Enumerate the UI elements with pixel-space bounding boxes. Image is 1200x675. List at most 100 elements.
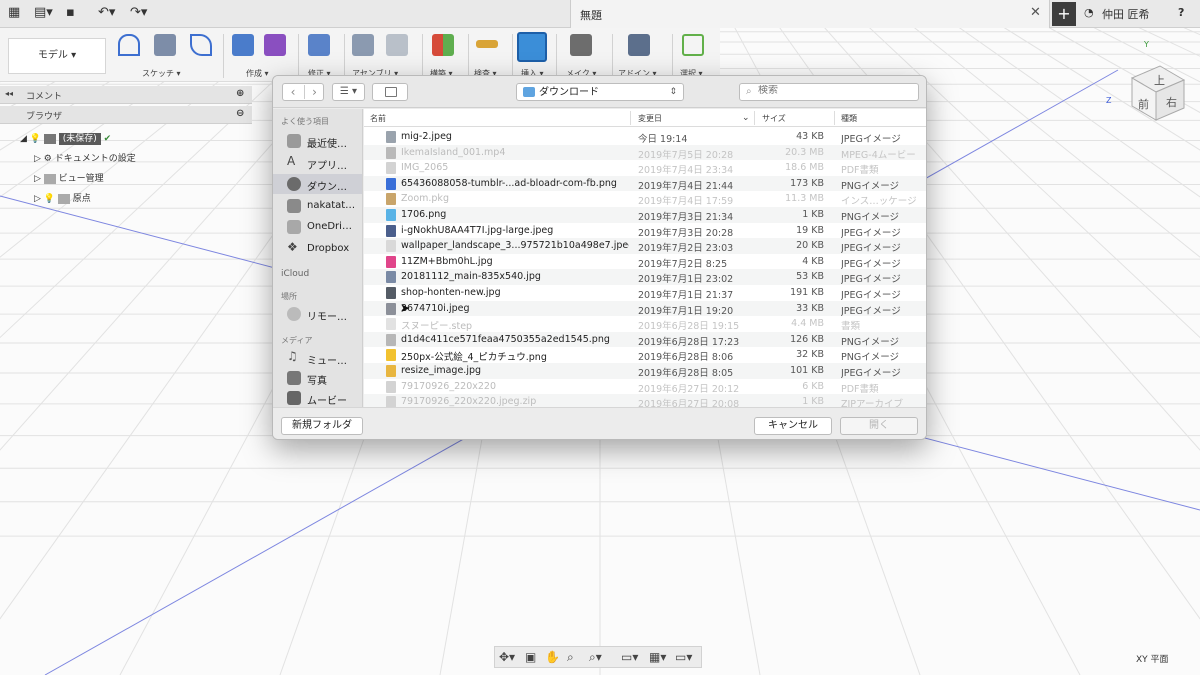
modify-group[interactable]: 修正 ▾	[302, 28, 342, 82]
browser-panel-header[interactable]: ブラウザ ⊖	[0, 106, 252, 124]
construct-group[interactable]: 構築 ▾	[426, 28, 466, 82]
cube-right-label[interactable]: 右	[1166, 94, 1177, 110]
expand-icon[interactable]: ◢	[20, 134, 27, 144]
view-cube[interactable]: 上 前 右	[1118, 64, 1190, 122]
sidebar-item-favorite[interactable]: A アプリ…	[273, 153, 362, 173]
sidebar-item-label: アプリ…	[307, 160, 347, 172]
sidebar-item-photos[interactable]: 写真	[273, 368, 362, 388]
view-mode-button[interactable]: ☰ ▾	[332, 83, 365, 101]
column-name[interactable]: 名前	[370, 113, 386, 124]
file-row[interactable]: 250px-公式絵_4_ピカチュウ.png 2019年6月28日 8:06 32 K…	[364, 347, 926, 364]
save-icon[interactable]: ▪	[66, 5, 75, 20]
viewports-icon[interactable]: ▭▾	[675, 650, 692, 664]
sidebar-item-favorite[interactable]: ダウン…	[273, 174, 362, 194]
root-name[interactable]: (未保存)	[58, 133, 101, 145]
comments-title: コメント	[26, 92, 63, 102]
toggle-icon[interactable]: ⊖	[236, 108, 244, 119]
file-row[interactable]: shop-honten-new.jpg 2019年7月1日 21:37 191 KB…	[364, 285, 926, 301]
open-button[interactable]: 開く	[840, 417, 918, 435]
new-folder-icon-button[interactable]	[372, 83, 408, 101]
grid-menu-icon[interactable]: ▦	[8, 5, 20, 20]
file-row[interactable]: 65436088058-tumblr-...ad-bloadr-com-fb.p…	[364, 175, 926, 192]
sidebar-item-music[interactable]: ♫ ミュー…	[273, 348, 362, 368]
file-row[interactable]: i-gNokhU8AA4T7I.jpg-large.jpeg 2019年7月3日 …	[364, 223, 926, 239]
tree-item-doc-settings[interactable]: ▷ ⚙ ドキュメントの設定	[34, 151, 136, 164]
file-kind: PNGイメージ	[841, 352, 900, 364]
clock-icon[interactable]: ◔	[1084, 6, 1094, 19]
grid-snap-icon[interactable]: ▦▾	[649, 650, 666, 664]
back-button[interactable]: ‹	[283, 85, 303, 99]
insert-group[interactable]: 挿入 ▾	[515, 28, 551, 82]
column-kind[interactable]: 種類	[841, 113, 857, 124]
divider	[754, 111, 755, 125]
tree-item-origin[interactable]: ▷ 💡 原点	[34, 191, 91, 204]
tree-item-named-views[interactable]: ▷ ビュー管理	[34, 171, 104, 184]
file-row[interactable]: 2674710i.jpeg 2019年7月1日 19:20 33 KB JPEGイメー…	[364, 300, 926, 317]
lightbulb-icon[interactable]: 💡	[44, 194, 55, 204]
cube-top-label[interactable]: 上	[1154, 72, 1165, 88]
file-row[interactable]: resize_image.jpg 2019年6月28日 8:05 101 KB JPE…	[364, 363, 926, 379]
file-thumbnail-icon	[386, 318, 396, 331]
addins-group[interactable]: アドイン ▾	[616, 28, 670, 82]
file-row: スヌーピー.step 2019年6月28日 19:15 4.4 MB 書類	[364, 316, 926, 332]
sidebar-item-movies[interactable]: ムービー	[273, 388, 362, 407]
file-row[interactable]: 11ZM+Bbm0hL.jpg 2019年7月2日 8:25 4 KB JPEGイメー…	[364, 254, 926, 270]
redo-icon[interactable]: ↷▾	[130, 5, 147, 20]
undo-icon[interactable]: ↶▾	[98, 5, 115, 20]
file-thumbnail-icon	[386, 177, 396, 190]
divider	[468, 34, 469, 78]
tree-root[interactable]: ◢ 💡 (未保存) ✔	[20, 131, 111, 145]
close-tab-icon[interactable]: ✕	[1030, 5, 1041, 20]
file-thumbnail-icon	[386, 209, 396, 221]
column-date[interactable]: 変更日	[638, 113, 662, 124]
document-tab[interactable]	[570, 0, 1050, 28]
workspace-switcher[interactable]: モデル ▾	[8, 38, 106, 74]
file-list[interactable]: 名前 変更日 ⌄ サイズ 種類 mig-2.jpeg 今日 19:14 43 KB J…	[364, 109, 926, 407]
help-icon[interactable]: ?	[1178, 6, 1184, 19]
file-row[interactable]: wallpaper_landscape_3...975721b10a498e7.…	[364, 238, 926, 254]
search-input[interactable]	[758, 85, 913, 96]
file-kind: JPEGイメージ	[841, 258, 901, 270]
forward-button[interactable]: ›	[304, 85, 324, 99]
display-settings-icon[interactable]: ▭▾	[621, 650, 638, 664]
sidebar-item-favorite[interactable]: ❖ Dropbox	[273, 239, 362, 259]
assemble-group[interactable]: アセンブリ ▾	[348, 28, 418, 82]
file-row[interactable]: 20181112_main-835x540.jpg 2019年7月1日 23:02…	[364, 269, 926, 285]
sketch-line-icon	[118, 34, 140, 56]
expand-icon[interactable]: ▷	[34, 154, 41, 164]
new-folder-button[interactable]: 新規フォルダ	[281, 417, 363, 435]
column-size[interactable]: サイズ	[762, 113, 786, 124]
zoom-icon[interactable]: ⌕	[567, 650, 574, 665]
collapse-icon[interactable]: ◂◂	[5, 89, 13, 98]
cancel-button[interactable]: キャンセル	[754, 417, 832, 435]
location-dropdown[interactable]: ダウンロード ⇕	[516, 83, 684, 101]
inspect-group[interactable]: 検査 ▾	[472, 28, 510, 82]
lightbulb-icon[interactable]: 💡	[30, 134, 41, 144]
file-row[interactable]: mig-2.jpeg 今日 19:14 43 KB JPEGイメージ	[364, 129, 926, 145]
comments-panel-header[interactable]: コメント ◂◂ ⊕	[0, 86, 252, 104]
sketch-group[interactable]: スケッチ ▾	[112, 28, 222, 82]
user-name[interactable]: 仲田 匠希	[1102, 6, 1150, 22]
expand-icon[interactable]: ▷	[34, 174, 41, 184]
make-group[interactable]: メイク ▾	[560, 28, 608, 82]
sidebar-item-favorite[interactable]: nakatat…	[273, 196, 362, 216]
create-group[interactable]: 作成 ▾	[226, 28, 294, 82]
orbit-icon[interactable]: ✥▾	[499, 650, 515, 664]
search-box[interactable]: ⌕	[739, 83, 919, 101]
cube-front-label[interactable]: 前	[1138, 96, 1149, 112]
sidebar-item-remote[interactable]: リモー…	[273, 304, 362, 324]
look-at-icon[interactable]: ▣	[525, 650, 536, 664]
dropbox-icon: ❖	[287, 239, 298, 254]
search-icon: ⌕	[746, 86, 752, 97]
toggle-icon[interactable]: ⊕	[236, 88, 244, 99]
sidebar-item-favorite[interactable]: 最近使…	[273, 131, 362, 151]
expand-icon[interactable]: ▷	[34, 194, 41, 204]
sidebar-item-favorite[interactable]: OneDri…	[273, 217, 362, 237]
file-menu-icon[interactable]: ▤▾	[34, 5, 53, 20]
file-row[interactable]: 1706.png 2019年7月3日 21:34 1 KB PNGイメージ	[364, 207, 926, 223]
file-row[interactable]: d1d4c411ce571feaa4750355a2ed1545.png 2019…	[364, 331, 926, 348]
zoom-window-icon[interactable]: ⌕▾	[589, 650, 602, 665]
new-tab-button[interactable]: +	[1052, 2, 1076, 26]
pan-icon[interactable]: ✋	[545, 650, 560, 664]
select-group[interactable]: 選択 ▾	[676, 28, 716, 82]
